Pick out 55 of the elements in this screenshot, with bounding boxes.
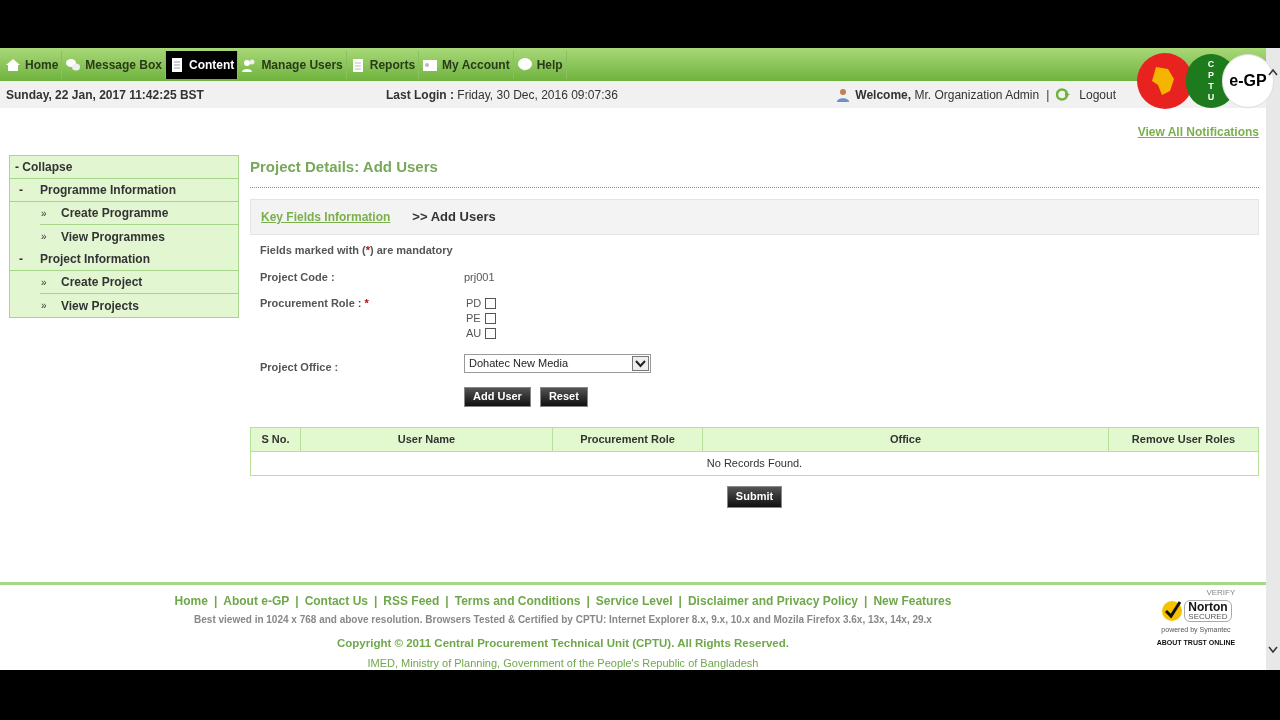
sidebar-item[interactable]: View Programmes: [61, 227, 165, 246]
sidebar-item[interactable]: Create Programme: [61, 204, 169, 222]
link-separator: |: [864, 593, 868, 610]
logout-link[interactable]: Logout: [1079, 85, 1116, 104]
field-label: Project Office :: [260, 360, 340, 375]
nav-tab[interactable]: Help: [513, 50, 567, 79]
sidebar-section-title[interactable]: Project Information: [40, 250, 150, 268]
logo-drawing: C P T U e-GP: [1136, 52, 1274, 110]
link-separator: |: [586, 593, 590, 610]
form-button[interactable]: Reset: [539, 386, 588, 407]
mandatory-note: Fields marked with (*) are mandatory: [260, 244, 453, 256]
last-login: Last Login : Friday, 30 Dec, 2016 09:07:36: [386, 86, 619, 104]
link-separator: |: [373, 593, 378, 610]
browser-note: Best viewed in 1024 x 768 and above resolution. Browsers Tested & Certified by CPTU: Internet Explorer 8.x, 9.x, 10.x and Mozila Firefox 3.6x, 13x, 14x, 29.x: [194, 613, 932, 627]
project-code-value: prj001: [464, 269, 495, 285]
item-marker: »: [40, 230, 48, 244]
nav-tab[interactable]: Content: [166, 50, 239, 79]
form-button[interactable]: Add User: [464, 386, 531, 407]
link-separator: |: [213, 593, 218, 610]
link-separator: |: [678, 593, 682, 610]
submit-button[interactable]: Submit: [726, 485, 783, 508]
column-header: Office: [702, 427, 1109, 451]
separator: |: [1046, 86, 1050, 104]
sidebar-item[interactable]: View Projects: [61, 296, 139, 315]
page-title: Project Details: Add Users: [250, 158, 438, 175]
empty-message: No Records Found.: [706, 456, 803, 469]
role-label: PE: [466, 311, 482, 327]
nav-tab[interactable]: Manage Users: [238, 50, 347, 79]
section-marker: -: [18, 182, 24, 199]
breadcrumb-current: >> Add Users: [412, 208, 496, 227]
nav-tab[interactable]: Home: [2, 50, 63, 79]
field-label: Project Code :: [260, 269, 336, 285]
link-separator: |: [445, 593, 449, 610]
role-label: PD: [466, 296, 483, 312]
link-separator: |: [295, 593, 299, 610]
sidebar-item[interactable]: Create Project: [61, 273, 143, 291]
nav-tab[interactable]: Reports: [346, 50, 420, 79]
column-header: User Name: [300, 427, 553, 451]
nav-tab[interactable]: My Account: [419, 50, 514, 79]
sidebar-section-title[interactable]: Programme Information: [40, 181, 177, 199]
role-label: AU: [466, 326, 483, 342]
collapse-button[interactable]: - Collapse: [10, 156, 238, 179]
welcome-text: Welcome, Mr. Organization Admin: [855, 86, 1040, 104]
item-marker: »: [40, 275, 48, 290]
column-header: Remove User Roles: [1108, 427, 1259, 451]
column-header: Procurement Role: [552, 427, 703, 451]
column-header: S No.: [250, 427, 301, 451]
section-marker: -: [18, 251, 24, 268]
ministry-text: IMED, Ministry of Planning, Government of the People's Republic of Bangladesh: [367, 656, 759, 672]
field-label: Procurement Role : *: [260, 296, 370, 311]
item-marker: »: [40, 299, 48, 313]
office-select[interactable]: Dohatec New Media: [464, 354, 651, 373]
copyright-text: Copyright © 2011 Central Procurement Technical Unit (CPTU). All Rights Reserved.: [337, 636, 789, 651]
date-time: Sunday, 22 Jan, 2017 11:42:25 BST: [6, 86, 205, 104]
item-marker: »: [40, 206, 48, 221]
